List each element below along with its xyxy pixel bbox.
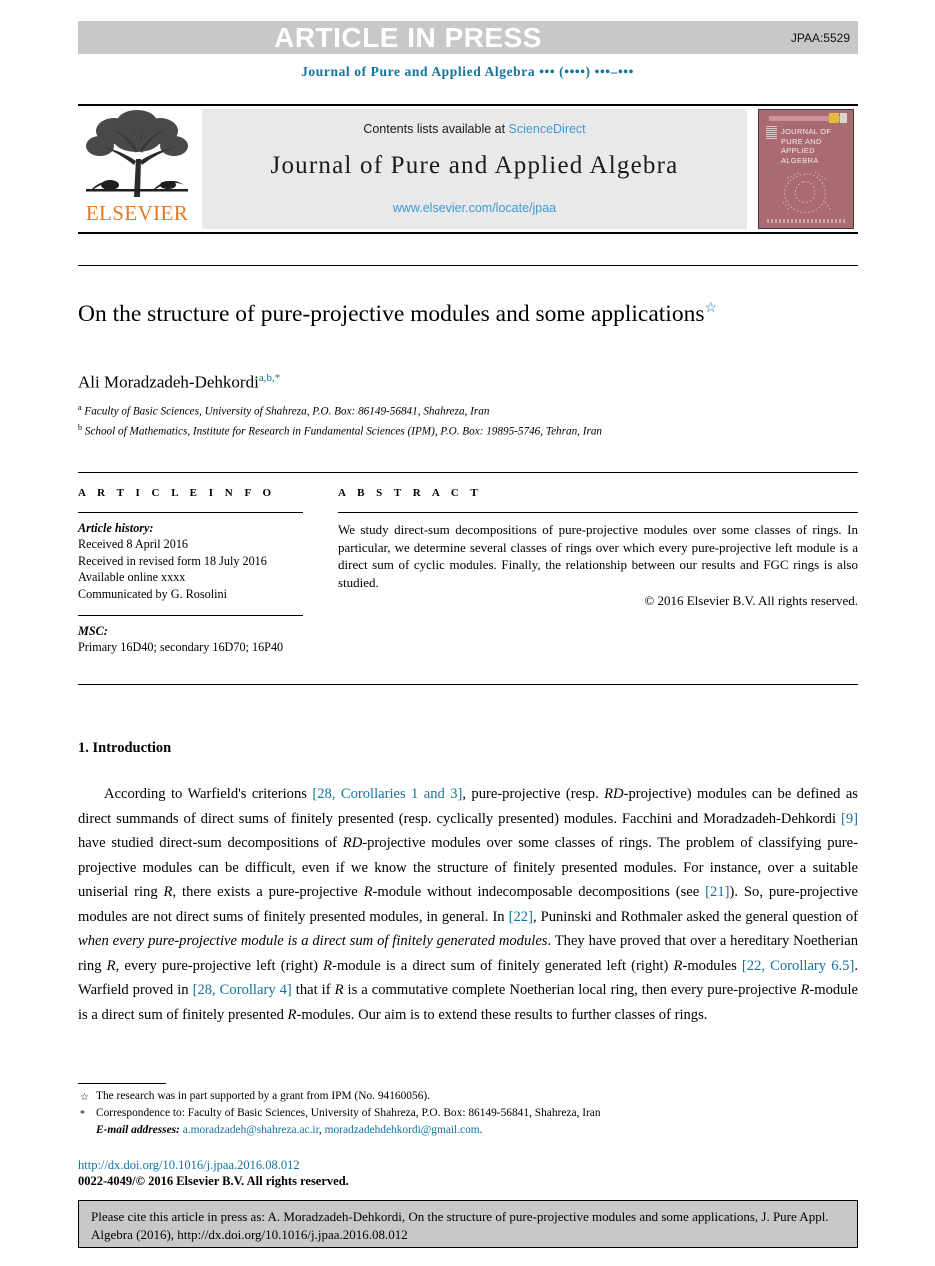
body-text-run: -modules	[682, 957, 742, 974]
abstract-copyright: © 2016 Elsevier B.V. All rights reserved…	[644, 593, 858, 608]
article-history-revised: Received in revised form 18 July 2016	[78, 553, 267, 568]
body-text-run: that if	[291, 982, 335, 998]
contents-lists-line: Contents lists available at ScienceDirec…	[202, 122, 747, 136]
body-text-run: , every pure-projective left (right)	[115, 957, 324, 974]
msc-label: MSC:	[78, 624, 108, 638]
section-heading-introduction: 1. Introduction	[78, 740, 172, 756]
emphasis-text: R	[334, 982, 344, 998]
footnote-asterisk-icon: *	[80, 1109, 85, 1120]
msc-codes: Primary 16D40; secondary 16D70; 16P40	[78, 640, 284, 654]
emphasis-text: R	[363, 884, 373, 900]
introduction-paragraph: According to Warfield's criterions [28, …	[78, 782, 858, 1027]
body-text-run: -module without indecomposable decomposi…	[372, 884, 706, 900]
author-name: Ali Moradzadeh-Dehkordi	[78, 372, 259, 392]
article-history-label: Article history:	[78, 521, 154, 535]
emphasis-text: RD	[604, 786, 624, 802]
citation-link[interactable]: [21]	[705, 884, 729, 900]
elsevier-tree-icon	[86, 110, 188, 197]
doi-link[interactable]: http://dx.doi.org/10.1016/j.jpaa.2016.08…	[78, 1158, 300, 1173]
cover-accent-block-2	[840, 113, 847, 123]
cite-this-article-box: Please cite this article in press as: A.…	[78, 1200, 858, 1248]
body-text-run: have studied direct-sum decompositions o…	[78, 835, 343, 851]
body-text-run: -modules. Our aim is to extend these res…	[296, 1006, 708, 1023]
footnote-correspondence: * Correspondence to: Faculty of Basic Sc…	[78, 1105, 858, 1122]
affiliation-item: b School of Mathematics, Institute for R…	[78, 420, 818, 440]
cover-artwork-icon	[782, 171, 832, 213]
sciencedirect-link[interactable]: ScienceDirect	[509, 122, 586, 136]
masthead-center-panel: Contents lists available at ScienceDirec…	[202, 109, 747, 229]
footnote-correspondence-text: Correspondence to: Faculty of Basic Scie…	[96, 1107, 601, 1119]
emphasis-text: R	[323, 957, 333, 974]
footnote-grant-text: The research was in part supported by a …	[96, 1090, 431, 1102]
citation-link[interactable]: [28, Corollaries 1 and 3]	[312, 786, 462, 802]
citation-link[interactable]: [22, Corollary 6.5]	[742, 958, 854, 974]
affiliation-list: a Faculty of Basic Sciences, University …	[78, 400, 818, 440]
article-info-column: A R T I C L E I N F O Article history: R…	[78, 487, 303, 656]
author-line: Ali Moradzadeh-Dehkordia,b,*	[78, 372, 778, 393]
affiliation-text-b: School of Mathematics, Institute for Res…	[84, 425, 603, 438]
footnote-emails: E-mail addresses: a.moradzadeh@shahreza.…	[78, 1122, 858, 1139]
email-addresses-label: E-mail addresses:	[96, 1124, 180, 1136]
footnote-block: ☆ The research was in part supported by …	[78, 1088, 858, 1139]
emphasis-text: R	[106, 957, 116, 974]
body-text-run: , pure-projective (resp.	[462, 786, 605, 802]
article-info-rule	[78, 512, 303, 513]
contents-lists-prefix: Contents lists available at	[363, 122, 509, 136]
cover-elsevier-mark-icon	[766, 126, 777, 139]
citation-link[interactable]: [28, Corollary 4]	[193, 982, 292, 998]
paper-title-text: On the structure of pure-projective modu…	[78, 300, 705, 327]
journal-title: Journal of Pure and Applied Algebra	[270, 152, 679, 179]
body-text-run: , there exists a pure-projective	[172, 884, 364, 900]
body-text-run: -module is a direct sum of finitely gene…	[332, 957, 674, 974]
article-history-received: Received 8 April 2016	[78, 537, 189, 551]
emphasis-text: when every pure-projective module is a d…	[78, 933, 548, 949]
body-text-run: , Puninski and Rothmaler asked the gener…	[532, 908, 858, 925]
abstract-rule	[338, 512, 858, 513]
affiliation-item: a Faculty of Basic Sciences, University …	[78, 400, 818, 420]
body-text-run: is a commutative complete Noetherian loc…	[343, 982, 801, 998]
email-link-secondary[interactable]: moradzadehdehkordi@gmail.com	[325, 1124, 480, 1136]
article-history-communicated: Communicated by G. Rosolini	[78, 586, 227, 601]
cite-this-article-text: Please cite this article in press as: A.…	[91, 1209, 829, 1242]
affiliation-mark-b: b	[78, 423, 82, 433]
journal-masthead: ELSEVIER Contents lists available at Sci…	[78, 104, 858, 234]
title-divider	[78, 265, 858, 266]
info-divider-bottom	[78, 684, 858, 685]
article-first-page: ARTICLE IN PRESS JPAA:5529 Journal of Pu…	[0, 0, 935, 1266]
footnote-divider	[78, 1083, 166, 1084]
emphasis-text: RD	[342, 835, 363, 851]
cover-bottom-bar	[767, 219, 847, 223]
abstract-column: A B S T R A C T We study direct-sum deco…	[338, 487, 858, 609]
author-affiliation-marks[interactable]: a,b,*	[259, 372, 280, 384]
abstract-heading: A B S T R A C T	[338, 487, 483, 499]
cover-journal-title: JOURNAL OF PURE AND APPLIED ALGEBRA	[781, 127, 832, 165]
journal-homepage-link[interactable]: www.elsevier.com/locate/jpaa	[202, 201, 747, 215]
article-history-online: Available online xxxx	[78, 570, 186, 584]
article-in-press-banner: ARTICLE IN PRESS JPAA:5529	[78, 21, 858, 54]
issn-copyright-line: 0022-4049/© 2016 Elsevier B.V. All right…	[78, 1174, 349, 1188]
article-info-heading: A R T I C L E I N F O	[78, 487, 276, 499]
elsevier-logo: ELSEVIER	[78, 109, 196, 229]
title-footnote-star-icon[interactable]: ☆	[704, 301, 717, 316]
manuscript-number: JPAA:5529	[790, 31, 850, 45]
affiliation-text-a: Faculty of Basic Sciences, University of…	[84, 405, 490, 418]
email-period: .	[479, 1124, 483, 1136]
affiliation-mark-a: a	[78, 403, 82, 412]
cover-accent-block	[829, 113, 839, 123]
article-in-press-label: ARTICLE IN PRESS	[274, 22, 542, 53]
citation-link[interactable]: [9]	[841, 811, 858, 827]
journal-cover-thumbnail: JOURNAL OF PURE AND APPLIED ALGEBRA	[758, 109, 854, 229]
journal-running-head: Journal of Pure and Applied Algebra ••• …	[301, 64, 634, 79]
body-text-run: According to Warfield's criterions	[104, 786, 313, 802]
citation-link[interactable]: [22]	[509, 909, 533, 925]
footnote-grant: ☆ The research was in part supported by …	[78, 1088, 858, 1105]
abstract-text: We study direct-sum decompositions of pu…	[338, 522, 858, 590]
info-divider-top	[78, 472, 858, 473]
msc-rule	[78, 615, 303, 616]
email-link-primary[interactable]: a.moradzadeh@shahreza.ac.ir	[183, 1124, 319, 1136]
footnote-star-icon: ☆	[80, 1092, 89, 1103]
page-title: On the structure of pure-projective modu…	[78, 292, 778, 331]
elsevier-wordmark: ELSEVIER	[85, 201, 189, 225]
